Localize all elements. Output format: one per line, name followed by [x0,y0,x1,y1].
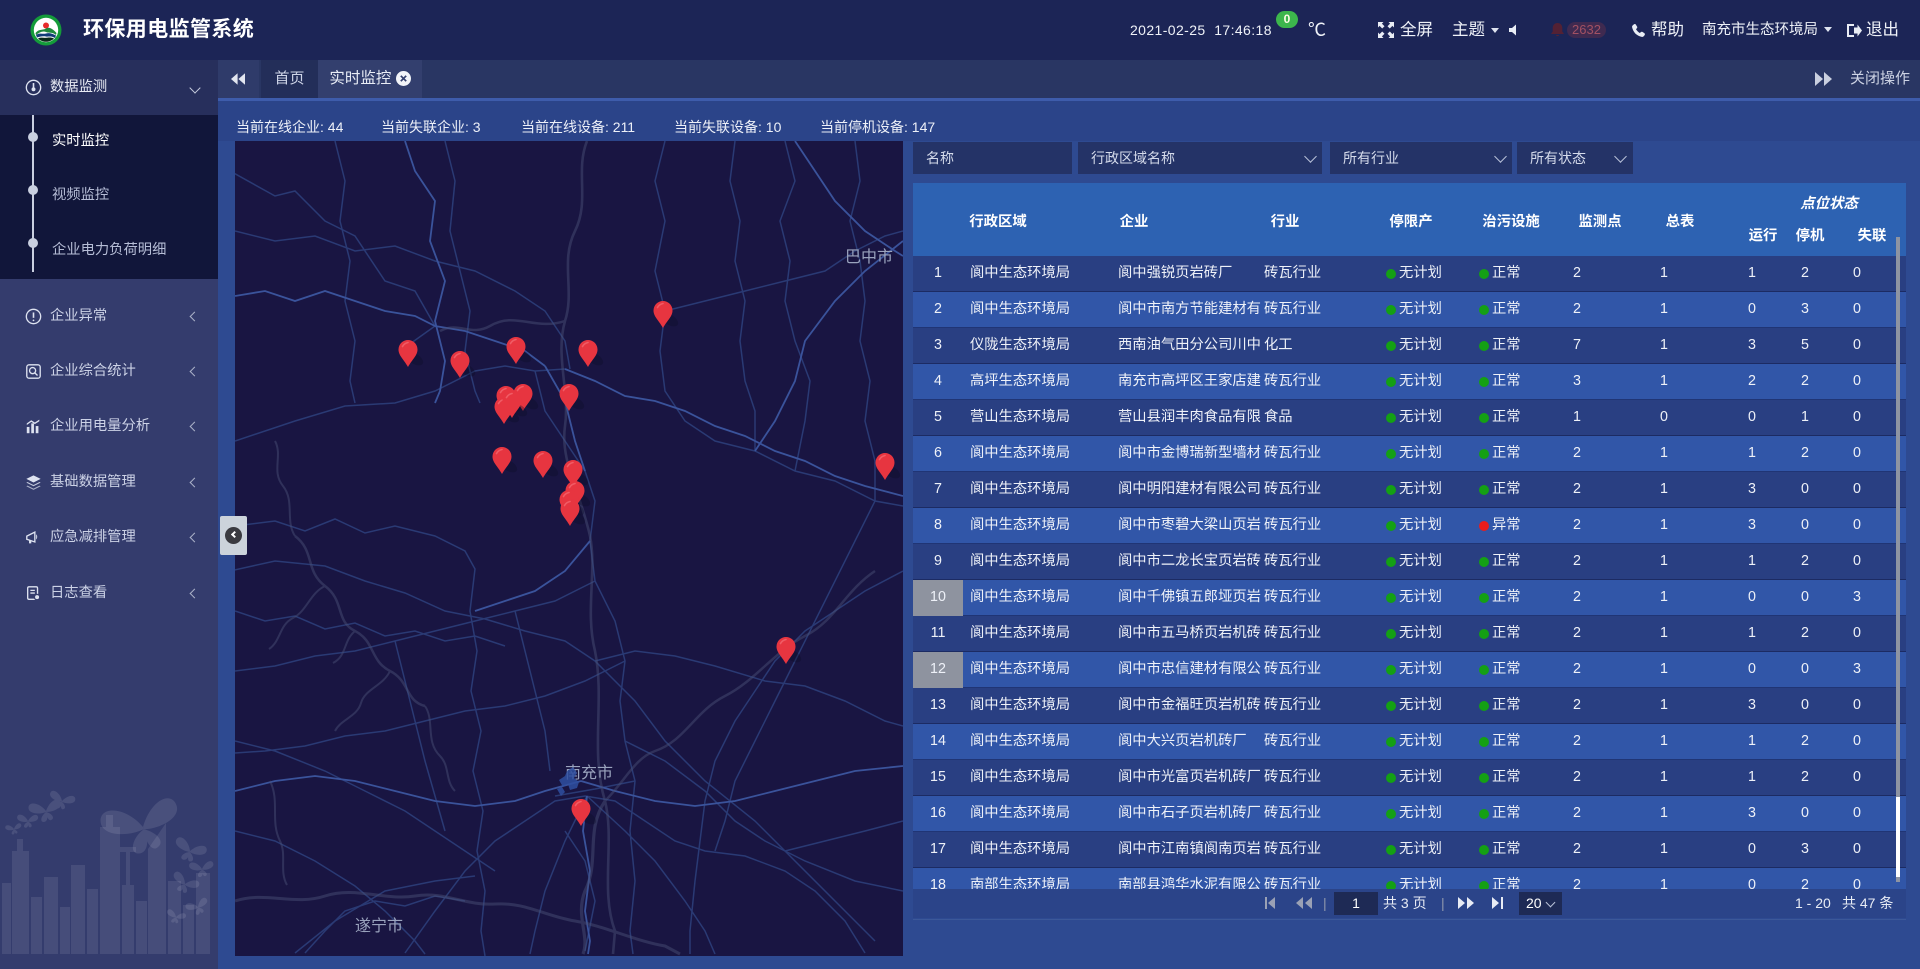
svg-text:巴中市: 巴中市 [845,248,893,266]
svg-text:遂宁市: 遂宁市 [355,917,403,935]
